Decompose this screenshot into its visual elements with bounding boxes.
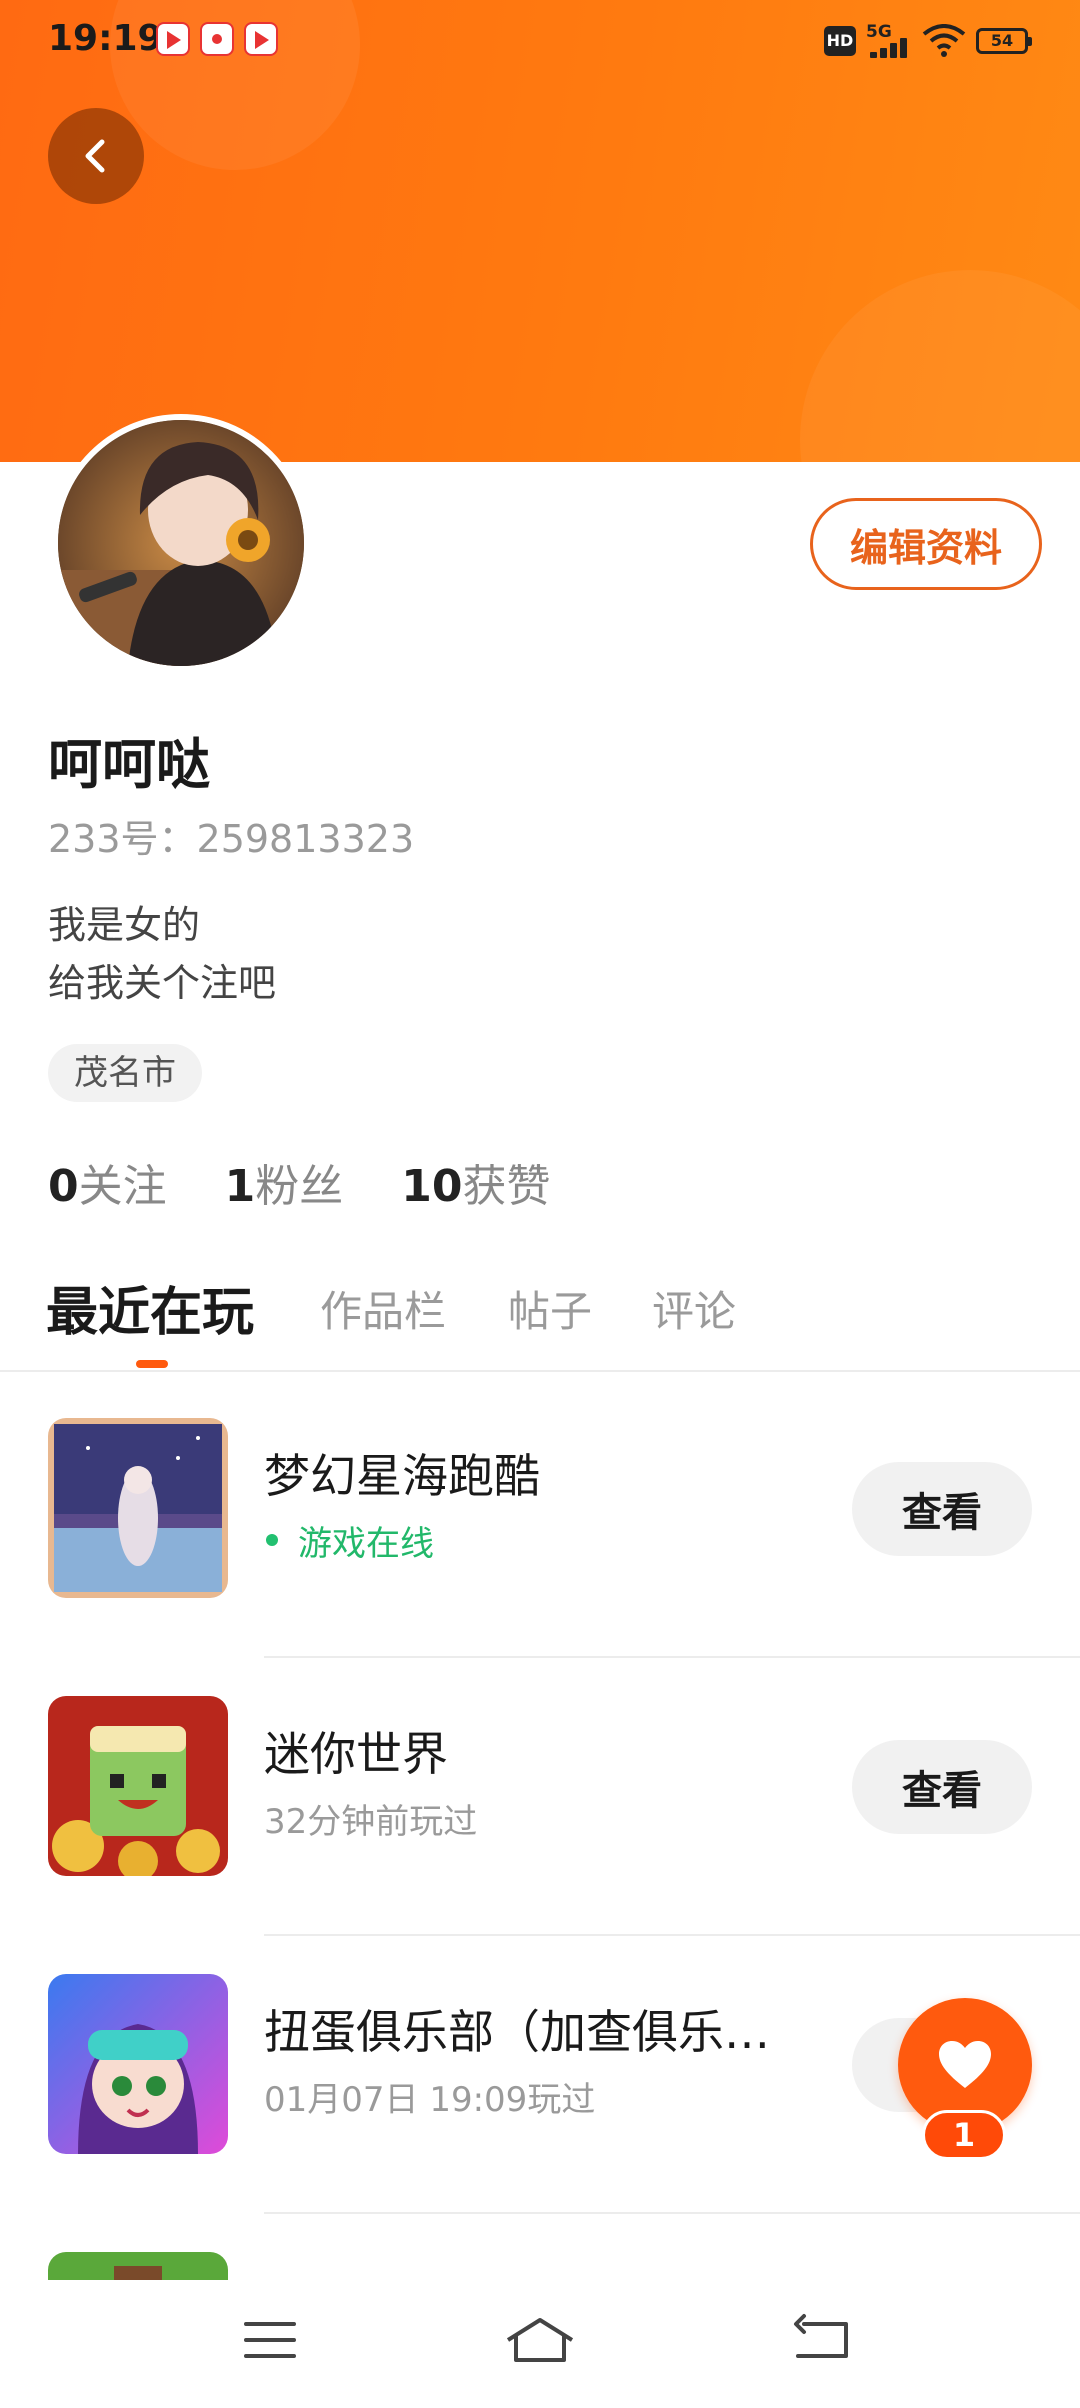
tab-works[interactable]: 作品栏	[320, 1278, 446, 1339]
game-icon	[48, 1418, 228, 1598]
hd-voice-icon: HD	[824, 26, 856, 56]
game-status: 32分钟前玩过	[264, 1802, 478, 1842]
likes-stat[interactable]: 10获赞	[401, 1150, 550, 1214]
following-stat[interactable]: 0关注	[48, 1150, 167, 1214]
game-icon	[48, 1974, 228, 2154]
home-icon[interactable]	[500, 2310, 580, 2370]
game-status: 游戏在线	[298, 1524, 434, 1564]
signal-icon	[870, 36, 920, 58]
game-title: 迷你世界	[264, 1727, 448, 1781]
battery-icon: 54	[976, 28, 1032, 54]
tab-comments[interactable]: 评论	[652, 1278, 736, 1339]
profile-tabs: 最近在玩 作品栏 帖子 评论	[0, 1264, 1080, 1372]
back-button[interactable]	[48, 108, 144, 204]
list-item[interactable]: 迷你世界 32分钟前玩过 查看	[0, 1658, 1080, 1936]
edit-profile-button[interactable]: 编辑资料	[810, 498, 1042, 590]
profile-stats: 0关注 1粉丝 10获赞	[48, 1150, 550, 1214]
game-title: 扭蛋俱乐部（加查俱乐…	[264, 2005, 770, 2059]
chevron-left-icon	[85, 139, 105, 173]
banner-decoration	[800, 270, 1080, 462]
list-item[interactable]: 梦幻星海跑酷 游戏在线 查看	[0, 1380, 1080, 1658]
view-button[interactable]: 查看	[852, 1462, 1032, 1556]
game-title: 梦幻星海跑酷	[264, 1449, 540, 1503]
status-time: 19:19	[48, 18, 163, 59]
followers-stat[interactable]: 1粉丝	[225, 1150, 344, 1214]
profile-name: 呵呵哒	[48, 733, 210, 796]
avatar-image	[58, 420, 304, 666]
like-count-badge: 1	[922, 2110, 1006, 2160]
tab-recently-played[interactable]: 最近在玩	[46, 1270, 254, 1345]
bio-line: 给我关个注吧	[48, 961, 277, 1005]
notification-video-icon	[156, 22, 190, 56]
game-icon	[48, 1696, 228, 1876]
system-nav-bar	[0, 2280, 1080, 2408]
avatar[interactable]	[52, 414, 310, 672]
list-item[interactable]	[0, 2214, 1080, 2280]
bio-line: 我是女的	[48, 903, 201, 947]
tab-posts[interactable]: 帖子	[508, 1278, 592, 1339]
location-tag: 茂名市	[48, 1044, 202, 1102]
status-bar: 19:19 HD 5G 54	[0, 0, 1080, 80]
game-status: 01月07日 19:09玩过	[264, 2080, 596, 2120]
profile-uid: 233号：259813323	[48, 817, 415, 861]
notification-video-icon	[244, 22, 278, 56]
online-status-icon	[266, 1534, 278, 1546]
heart-icon	[939, 2041, 991, 2088]
menu-icon[interactable]	[230, 2310, 310, 2370]
notification-app-icon	[200, 22, 234, 56]
view-button[interactable]: 查看	[852, 1740, 1032, 1834]
profile-bio: 我是女的 给我关个注吧	[48, 896, 276, 1012]
active-tab-indicator	[136, 1360, 168, 1368]
back-nav-icon[interactable]	[782, 2310, 862, 2370]
wifi-icon	[922, 24, 966, 57]
game-icon	[48, 2252, 228, 2280]
